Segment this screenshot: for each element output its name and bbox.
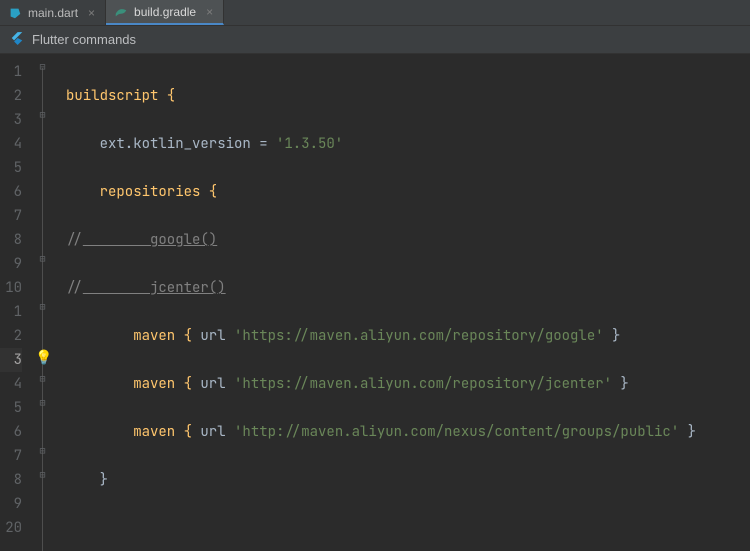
fold-open-icon[interactable]: ⊟ <box>37 470 48 481</box>
code-text: } <box>66 471 108 489</box>
line-number: 10 <box>0 276 22 300</box>
line-number: 2 <box>0 84 22 108</box>
code-text: jcenter() <box>83 279 226 297</box>
line-number: 2 <box>0 324 22 348</box>
line-number: 3 <box>0 108 22 132</box>
fold-gutter: ⊟ ⊟ ⊟ ⊟ 💡 ⊟ ⊟ ⊟ ⊟ <box>30 54 56 551</box>
code-text: maven { <box>66 327 200 345</box>
dart-icon <box>8 6 22 20</box>
code-text: '1.3.50' <box>276 135 343 153</box>
flutter-commands-banner[interactable]: Flutter commands <box>0 26 750 54</box>
line-number: 1 <box>0 60 22 84</box>
line-number: 7 <box>0 444 22 468</box>
banner-text: Flutter commands <box>32 32 136 47</box>
line-gutter: 1234567891012345678920 <box>0 54 30 551</box>
fold-open-icon[interactable]: ⊟ <box>37 302 48 313</box>
line-number: 7 <box>0 204 22 228</box>
fold-close-icon[interactable]: ⊟ <box>37 398 48 409</box>
line-number: 9 <box>0 252 22 276</box>
line-number: 5 <box>0 396 22 420</box>
fold-open-icon[interactable]: ⊟ <box>37 110 48 121</box>
code-text: // <box>66 279 83 297</box>
tab-main-dart[interactable]: main.dart × <box>0 0 106 25</box>
code-text: buildscript { <box>66 87 175 105</box>
fold-close-icon[interactable]: ⊟ <box>37 254 48 265</box>
close-icon[interactable]: × <box>88 6 95 20</box>
code-text: google() <box>83 231 217 249</box>
code-text: ext.kotlin_version = <box>66 135 276 153</box>
editor-tabs: main.dart × build.gradle × <box>0 0 750 26</box>
code-text: maven { <box>66 423 200 441</box>
code-text: 'https://maven.aliyun.com/repository/jce… <box>234 375 612 393</box>
code-text: } <box>679 423 696 441</box>
line-number: 1 <box>0 300 22 324</box>
fold-open-icon[interactable]: ⊟ <box>37 446 48 457</box>
tab-label: build.gradle <box>134 5 196 19</box>
line-number: 3 <box>0 348 22 372</box>
line-number: 6 <box>0 420 22 444</box>
close-icon[interactable]: × <box>206 5 213 19</box>
intention-bulb-icon[interactable]: 💡 <box>35 346 52 370</box>
line-number: 8 <box>0 468 22 492</box>
code-text: 'https://maven.aliyun.com/repository/goo… <box>234 327 604 345</box>
line-number: 6 <box>0 180 22 204</box>
tab-build-gradle[interactable]: build.gradle × <box>106 0 224 25</box>
line-number: 20 <box>0 516 22 540</box>
gradle-icon <box>114 5 128 19</box>
line-number: 4 <box>0 132 22 156</box>
fold-close-icon[interactable]: ⊟ <box>37 374 48 385</box>
code-text: url <box>200 375 234 393</box>
line-number: 5 <box>0 156 22 180</box>
fold-open-icon[interactable]: ⊟ <box>37 62 48 73</box>
code-editor[interactable]: 1234567891012345678920 ⊟ ⊟ ⊟ ⊟ 💡 ⊟ ⊟ ⊟ ⊟… <box>0 54 750 551</box>
code-text: } <box>612 375 629 393</box>
flutter-icon <box>10 31 24 48</box>
tab-label: main.dart <box>28 6 78 20</box>
line-number: 9 <box>0 492 22 516</box>
code-text: url <box>200 327 234 345</box>
line-number: 4 <box>0 372 22 396</box>
code-text: maven { <box>66 375 200 393</box>
code-text: 'http://maven.aliyun.com/nexus/content/g… <box>234 423 679 441</box>
code-text: url <box>200 423 234 441</box>
line-number: 8 <box>0 228 22 252</box>
code-text: } <box>604 327 621 345</box>
code-area[interactable]: buildscript { ext.kotlin_version = '1.3.… <box>56 54 750 551</box>
code-text: repositories { <box>66 183 217 201</box>
code-text: // <box>66 231 83 249</box>
